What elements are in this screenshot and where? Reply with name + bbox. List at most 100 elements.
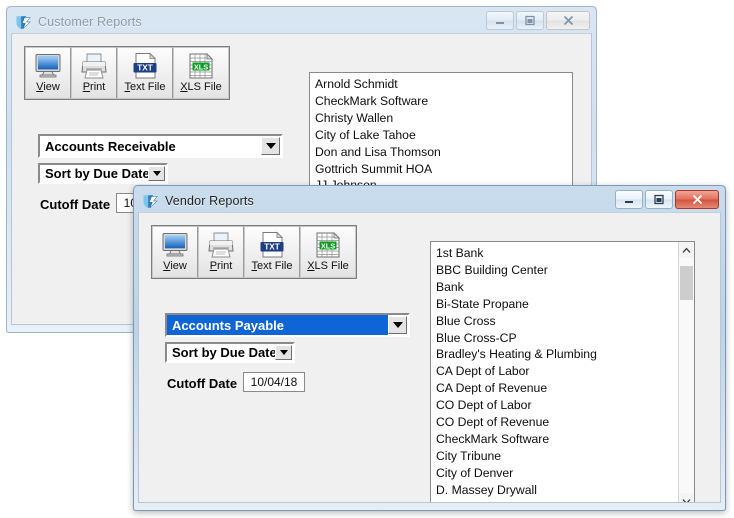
window-vendor-reports[interactable]: Vendor Reports View Print TXT Text File … <box>133 185 726 511</box>
text-file-button[interactable]: TXT Text File <box>244 226 300 278</box>
maximize-icon <box>525 15 535 26</box>
list-item[interactable]: BBC Building Center <box>436 262 678 279</box>
close-button[interactable] <box>546 11 590 30</box>
chevron-down-icon <box>682 498 691 502</box>
sort-order-value: Sort by Due Date <box>172 345 275 360</box>
scrollbar-thumb[interactable] <box>680 266 693 300</box>
txt-file-icon: TXT <box>133 52 157 79</box>
report-type-combobox-vendor[interactable]: Accounts Payable <box>165 313 410 337</box>
view-button[interactable]: View <box>25 47 71 99</box>
cutoff-date-label: Cutoff Date <box>167 376 238 391</box>
vendor-list[interactable]: 1st Bank BBC Building Center Bank Bi-State … <box>430 241 695 502</box>
svg-text:XLS: XLS <box>194 62 208 71</box>
window-frame: Vendor Reports View Print TXT Text File … <box>133 185 726 511</box>
list-item[interactable]: Christy Wallen <box>315 110 572 127</box>
print-button[interactable]: Print <box>71 47 117 99</box>
list-item[interactable]: Gottrich Summit HOA <box>315 161 572 178</box>
window-controls-customer <box>486 11 590 30</box>
sort-order-dropdown-arrow[interactable] <box>275 345 292 360</box>
report-type-value: Accounts Payable <box>167 315 388 335</box>
report-type-combobox-customer[interactable]: Accounts Receivable <box>38 134 283 158</box>
chevron-down-icon <box>265 143 276 149</box>
monitor-icon <box>162 233 188 257</box>
chevron-up-icon <box>682 247 691 253</box>
report-type-dropdown-arrow[interactable] <box>388 316 407 334</box>
xls-file-button-label: XLS File <box>307 260 349 272</box>
report-type-dropdown-arrow[interactable] <box>261 137 280 155</box>
view-button[interactable]: View <box>152 226 198 278</box>
window-controls-vendor <box>615 190 719 209</box>
printer-icon <box>81 53 107 79</box>
minimize-icon <box>625 200 633 203</box>
screen: Customer Reports View Print TXT Text Fil… <box>0 0 734 518</box>
close-button[interactable] <box>675 190 719 209</box>
vendor-list-items: 1st Bank BBC Building Center Bank Bi-State … <box>431 242 678 502</box>
scroll-down-button[interactable] <box>679 493 694 502</box>
toolbar-vendor: View Print TXT Text File XLS XLS File <box>151 225 357 279</box>
txt-file-icon: TXT <box>260 231 284 258</box>
chevron-down-icon <box>152 171 161 176</box>
minimize-button[interactable] <box>615 190 643 209</box>
vendor-list-scrollbar[interactable] <box>678 242 694 502</box>
report-type-value: Accounts Receivable <box>45 138 176 154</box>
xls-file-icon: XLS <box>189 53 213 79</box>
list-item[interactable]: Dizzie's Dump Trucks <box>436 499 678 502</box>
xls-file-icon: XLS <box>316 232 340 258</box>
list-item[interactable]: Bradley's Heating & Plumbing <box>436 346 678 363</box>
svg-text:XLS: XLS <box>321 241 335 250</box>
list-item[interactable]: City of Denver <box>436 465 678 482</box>
list-item[interactable]: 1st Bank <box>436 245 678 262</box>
xls-file-button[interactable]: XLS XLS File <box>173 47 229 99</box>
scrollbar-track[interactable] <box>679 258 694 493</box>
scroll-up-button[interactable] <box>679 242 694 258</box>
list-item[interactable]: CheckMark Software <box>436 431 678 448</box>
list-item[interactable]: CA Dept of Revenue <box>436 380 678 397</box>
list-item[interactable]: D. Massey Drywall <box>436 482 678 499</box>
chevron-down-icon <box>279 350 288 355</box>
client-area-vendor: View Print TXT Text File XLS XLS File Ac… <box>138 212 721 503</box>
print-button[interactable]: Print <box>198 226 244 278</box>
svg-text:TXT: TXT <box>137 63 152 72</box>
close-icon <box>563 15 573 26</box>
list-item[interactable]: Don and Lisa Thomson <box>315 144 572 161</box>
titlebar-customer-reports[interactable]: Customer Reports <box>11 11 592 33</box>
text-file-button-label: Text File <box>251 260 293 272</box>
list-item[interactable]: Arnold Schmidt <box>315 76 572 93</box>
app-shield-icon <box>143 194 158 208</box>
list-item[interactable]: Blue Cross-CP <box>436 330 678 347</box>
list-item[interactable]: CA Dept of Labor <box>436 363 678 380</box>
list-item[interactable]: Blue Cross <box>436 313 678 330</box>
sort-order-combobox-vendor[interactable]: Sort by Due Date <box>165 342 295 363</box>
list-item[interactable]: Bi-State Propane <box>436 296 678 313</box>
svg-text:TXT: TXT <box>264 242 279 251</box>
xls-file-button[interactable]: XLS XLS File <box>300 226 356 278</box>
sort-order-combobox-customer[interactable]: Sort by Due Date <box>38 163 168 184</box>
minimize-icon <box>496 21 504 24</box>
sort-order-dropdown-arrow[interactable] <box>148 166 165 181</box>
list-item[interactable]: CheckMark Software <box>315 93 572 110</box>
print-button-label: Print <box>82 81 106 93</box>
app-shield-icon <box>16 15 31 29</box>
titlebar-vendor-reports[interactable]: Vendor Reports <box>138 190 721 212</box>
list-item[interactable]: City of Lake Tahoe <box>315 127 572 144</box>
window-title-customer-reports: Customer Reports <box>38 15 142 29</box>
view-button-label: View <box>36 81 60 93</box>
window-title-vendor-reports: Vendor Reports <box>165 194 254 208</box>
maximize-button[interactable] <box>645 190 673 209</box>
maximize-button[interactable] <box>516 11 544 30</box>
xls-file-button-label: XLS File <box>180 81 222 93</box>
view-button-label: View <box>163 260 187 272</box>
sort-order-value: Sort by Due Date <box>45 166 148 181</box>
list-item[interactable]: City Tribune <box>436 448 678 465</box>
list-item[interactable]: CO Dept of Labor <box>436 397 678 414</box>
text-file-button-label: Text File <box>124 81 166 93</box>
printer-icon <box>208 232 234 258</box>
maximize-icon <box>654 194 664 205</box>
list-item[interactable]: Bank <box>436 279 678 296</box>
text-file-button[interactable]: TXT Text File <box>117 47 173 99</box>
toolbar-customer: View Print TXT Text File XLS XLS File <box>24 46 230 100</box>
monitor-icon <box>35 54 61 78</box>
list-item[interactable]: CO Dept of Revenue <box>436 414 678 431</box>
minimize-button[interactable] <box>486 11 514 30</box>
cutoff-date-input[interactable]: 10/04/18 <box>243 372 305 392</box>
